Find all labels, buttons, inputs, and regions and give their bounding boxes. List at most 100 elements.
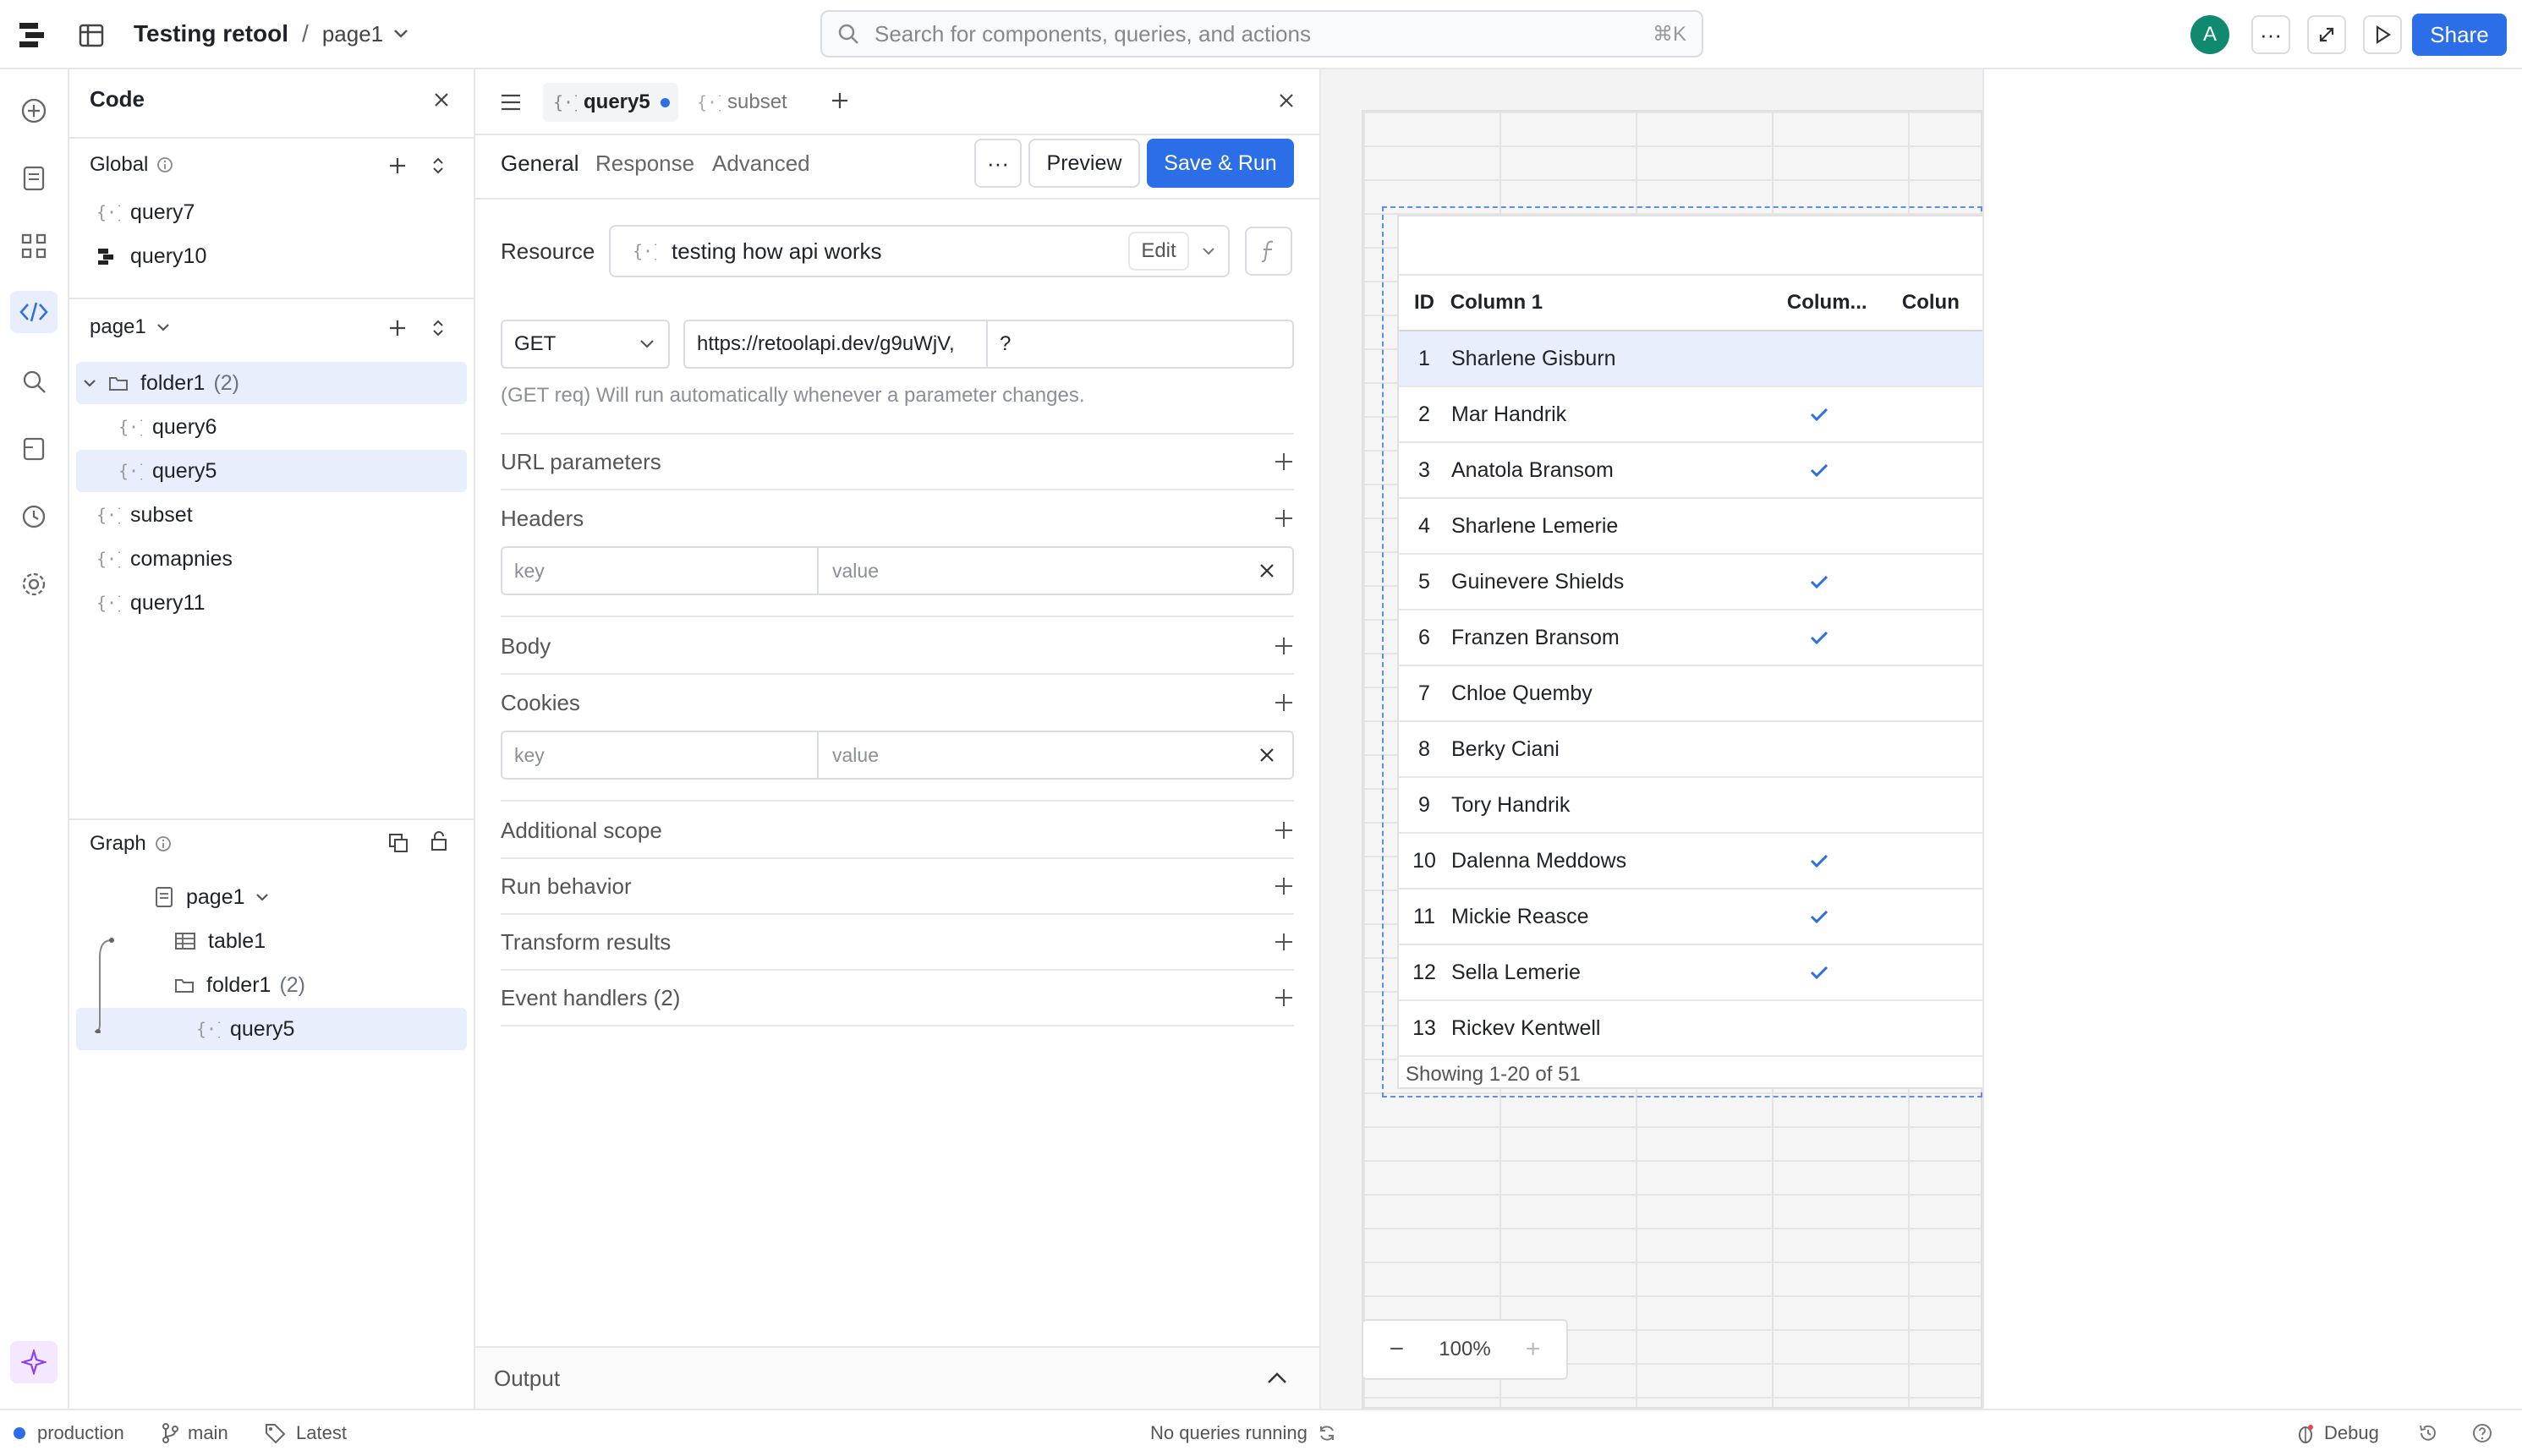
chevron-up-icon[interactable] <box>1267 1372 1287 1384</box>
add-icon[interactable] <box>1274 876 1294 896</box>
add-icon[interactable] <box>1274 820 1294 840</box>
state-icon[interactable] <box>16 431 52 467</box>
table-row[interactable]: 3 Anatola Bransom <box>1399 443 1982 499</box>
subtab-response[interactable]: Response <box>595 151 694 177</box>
avatar[interactable]: A <box>2190 15 2229 54</box>
graph-node-table1[interactable]: table1 <box>174 920 445 962</box>
edit-resource-button[interactable]: Edit <box>1128 232 1189 271</box>
table-row[interactable]: 8 Berky Ciani <box>1399 722 1982 778</box>
section-run-behavior[interactable]: Run behavior <box>501 859 1294 915</box>
add-icon[interactable] <box>1274 636 1294 656</box>
add-global-icon[interactable] <box>386 154 409 178</box>
close-icon[interactable] <box>1242 732 1292 778</box>
table-row[interactable]: 13 Rickev Kentwell <box>1399 1001 1982 1057</box>
graph-node-page1[interactable]: page1 <box>154 876 441 918</box>
environment-selector[interactable]: production <box>14 1420 124 1446</box>
tree-item-query10[interactable]: query10 <box>95 235 450 277</box>
branch-selector[interactable]: main <box>161 1420 228 1446</box>
table-row[interactable]: 10 Dalenna Meddows <box>1399 834 1982 889</box>
search-rail-icon[interactable] <box>16 364 52 399</box>
debug-button[interactable]: Debug <box>2295 1420 2379 1446</box>
save-run-button[interactable]: Save & Run <box>1147 139 1294 188</box>
chevron-down-icon[interactable] <box>1189 247 1228 256</box>
section-cookies-title[interactable]: Cookies <box>501 675 1294 731</box>
section-event-handlers[interactable]: Event handlers (2) <box>501 971 1294 1026</box>
menu-icon[interactable] <box>496 88 526 117</box>
more-options-button[interactable]: ··· <box>2251 15 2290 54</box>
copy-icon[interactable] <box>386 830 411 856</box>
page-selector[interactable]: page1 <box>322 21 383 47</box>
history-icon[interactable] <box>2415 1420 2441 1446</box>
cookie-key-input[interactable]: key <box>502 732 819 778</box>
pages-icon[interactable] <box>16 161 52 196</box>
help-icon[interactable] <box>2470 1420 2495 1446</box>
tab-query5[interactable]: {·} query5 <box>543 83 678 122</box>
cookie-value-input[interactable]: value <box>819 732 1242 778</box>
add-icon[interactable] <box>1274 932 1294 952</box>
header-key-input[interactable]: key <box>502 548 819 594</box>
table-row[interactable]: 6 Franzen Bransom <box>1399 610 1982 666</box>
table-row[interactable]: 12 Sella Lemerie <box>1399 945 1982 1001</box>
tree-item-folder1[interactable]: folder1 (2) <box>76 362 467 404</box>
assist-sparkle-icon[interactable] <box>10 1341 58 1383</box>
global-search[interactable]: Search for components, queries, and acti… <box>820 10 1703 57</box>
zoom-out-button[interactable]: − <box>1363 1335 1430 1364</box>
graph-node-query5[interactable]: {·} query5 <box>76 1008 467 1050</box>
release-tag[interactable]: Latest <box>264 1420 347 1446</box>
add-icon[interactable] <box>1274 452 1294 472</box>
column-header-id[interactable]: ID <box>1399 291 1449 315</box>
output-panel-header[interactable]: Output <box>475 1348 1319 1409</box>
add-icon[interactable] <box>1274 508 1294 528</box>
resource-select[interactable]: {·} testing how api works Edit <box>609 225 1230 277</box>
function-button[interactable] <box>1245 227 1292 276</box>
subtab-advanced[interactable]: Advanced <box>712 151 810 177</box>
app-title[interactable]: Testing retool <box>134 20 288 47</box>
share-button[interactable]: Share <box>2412 14 2507 56</box>
column-header-column1[interactable]: Column 1 <box>1449 291 1785 315</box>
section-body[interactable]: Body <box>501 619 1294 675</box>
gear-icon[interactable] <box>16 567 52 602</box>
close-icon[interactable] <box>1242 548 1292 594</box>
add-icon[interactable] <box>1274 692 1294 713</box>
sidebar-toggle-icon[interactable] <box>76 20 107 51</box>
tree-item-query7[interactable]: {·} query7 <box>95 191 450 233</box>
add-icon[interactable] <box>1274 988 1294 1008</box>
add-tab-icon[interactable] <box>827 88 853 113</box>
preview-button[interactable]: Preview <box>1028 139 1140 188</box>
column-header-column3[interactable]: Colun <box>1900 291 1982 315</box>
code-icon[interactable] <box>10 291 58 333</box>
column-header-column2[interactable]: Colum... <box>1785 291 1900 315</box>
table-row[interactable]: 9 Tory Handrik <box>1399 778 1982 834</box>
table-row[interactable]: 4 Sharlene Lemerie <box>1399 499 1982 555</box>
section-additional-scope[interactable]: Additional scope <box>501 803 1294 859</box>
history-icon[interactable] <box>16 499 52 534</box>
expand-collapse-icon[interactable] <box>426 154 450 178</box>
table-row[interactable]: 5 Guinevere Shields <box>1399 555 1982 610</box>
table-row[interactable]: 11 Mickie Reasce <box>1399 889 1982 945</box>
section-transform-results[interactable]: Transform results <box>501 915 1294 971</box>
section-headers-title[interactable]: Headers <box>501 490 1294 546</box>
table-row[interactable]: 1 Sharlene Gisburn <box>1399 331 1982 387</box>
expand-collapse-icon[interactable] <box>426 316 450 340</box>
add-component-icon[interactable] <box>16 93 52 129</box>
lock-icon[interactable] <box>426 829 452 854</box>
tree-item-subset[interactable]: {·} subset <box>95 494 450 536</box>
section-url-parameters[interactable]: URL parameters <box>501 435 1294 490</box>
url-input[interactable]: https://retoolapi.dev/g9uWjV, ? <box>683 320 1294 369</box>
tree-item-query11[interactable]: {·} query11 <box>95 582 450 624</box>
method-select[interactable]: GET <box>501 320 670 369</box>
table-row[interactable]: 2 Mar Handrik <box>1399 387 1982 443</box>
add-page-query-icon[interactable] <box>386 316 409 340</box>
tab-subset[interactable]: {·} subset <box>687 83 796 122</box>
table-row[interactable]: 7 Chloe Quemby <box>1399 666 1982 722</box>
tree-item-query6[interactable]: {·} query6 <box>117 406 455 448</box>
close-icon[interactable] <box>428 86 455 113</box>
page-section-header[interactable]: page1 <box>90 308 170 347</box>
preview-app-button[interactable] <box>2363 15 2402 54</box>
component-tree-icon[interactable] <box>16 228 52 264</box>
retool-logo-icon[interactable] <box>17 19 51 52</box>
editor-more-button[interactable]: ··· <box>974 139 1022 188</box>
subtab-general[interactable]: General <box>501 151 579 177</box>
tree-item-query5[interactable]: {·} query5 <box>76 450 467 492</box>
close-icon[interactable] <box>1274 88 1299 113</box>
